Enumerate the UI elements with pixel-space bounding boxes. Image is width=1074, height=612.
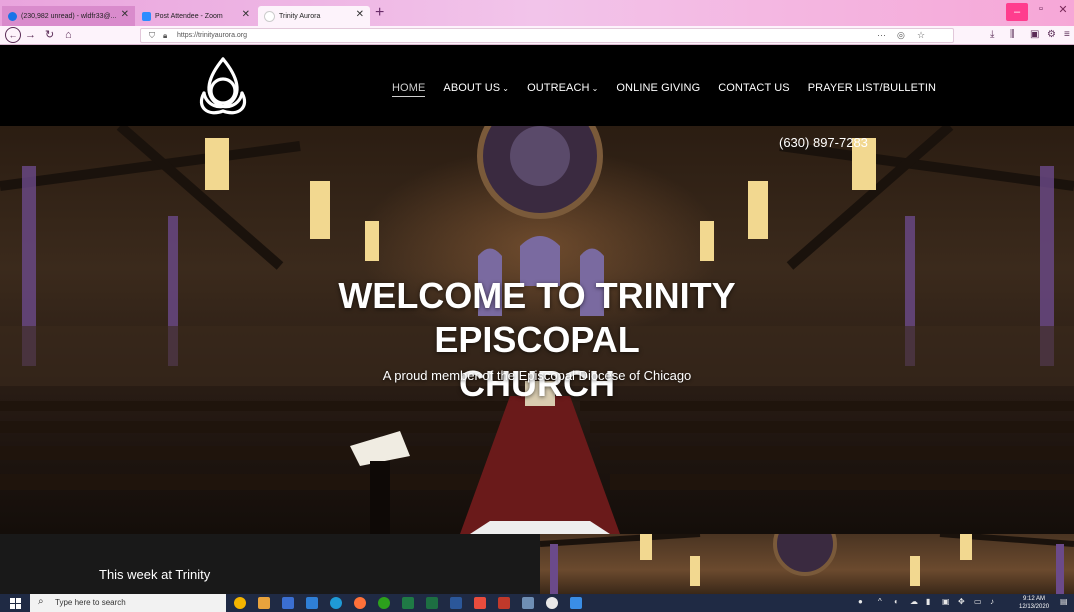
tray-monitor-icon[interactable]: ▣ xyxy=(942,597,950,606)
more-icon[interactable]: ··· xyxy=(877,29,886,42)
nav-about-us[interactable]: ABOUT US ⌄ xyxy=(443,82,509,97)
tab-email[interactable]: (230,982 unread) - wldfr33@... ✕ xyxy=(2,6,135,26)
notifications-icon[interactable]: ▤ xyxy=(1060,597,1068,606)
chrome-icon[interactable] xyxy=(234,597,246,609)
chevron-down-icon: ⌄ xyxy=(591,84,599,93)
windows-taskbar: ⌕ Type here to search ● ^ ◐ ☁ ▮ ▣ ✥ ▭ ♪ … xyxy=(0,594,1074,612)
zoom-app-icon[interactable] xyxy=(570,597,582,609)
mail-app-icon[interactable] xyxy=(306,597,318,609)
windows-start-icon[interactable] xyxy=(10,598,21,609)
maximize-icon[interactable]: ▫ xyxy=(1030,3,1052,15)
nav-prayer-list-bulletin[interactable]: PRAYER LIST/BULLETIN xyxy=(808,82,936,97)
tray-app-icon[interactable]: ◐ xyxy=(894,597,899,606)
sk-app-2-icon[interactable] xyxy=(498,597,510,609)
download-icon[interactable]: ⤓ xyxy=(990,27,994,43)
section-title: This week at Trinity xyxy=(99,567,211,582)
bookmark-star-icon[interactable]: ☆ xyxy=(917,29,925,42)
tab-label: Trinity Aurora xyxy=(279,12,321,20)
trinity-knot-logo[interactable] xyxy=(190,53,256,119)
taskbar-clock[interactable]: 9:12 AM 12/13/2020 xyxy=(1019,595,1049,611)
minimize-icon[interactable]: – xyxy=(1006,3,1028,21)
tab-trinity[interactable]: Trinity Aurora ✕ xyxy=(258,6,370,26)
nav-label: ABOUT US xyxy=(443,82,501,94)
tab-label: Post Attendee - Zoom xyxy=(155,12,223,20)
address-bar[interactable]: ⛉ 🔒︎ https://trinityaurora.org ··· ◎ ☆ xyxy=(140,28,954,43)
zoom-icon xyxy=(142,11,151,21)
nav-contact-us[interactable]: CONTACT US xyxy=(718,82,790,97)
close-icon[interactable]: ✕ xyxy=(121,9,129,20)
chevron-down-icon: ⌄ xyxy=(502,84,510,93)
publisher-icon[interactable] xyxy=(402,597,414,609)
url-text[interactable]: https://trinityaurora.org xyxy=(177,29,247,42)
library-icon[interactable]: ⫼ xyxy=(1010,27,1015,43)
church-photo xyxy=(540,534,1074,594)
taskbar-search-input[interactable]: ⌕ Type here to search xyxy=(30,594,226,612)
window-close-icon[interactable]: ✕ xyxy=(1052,3,1074,16)
firefox-icon[interactable] xyxy=(354,597,366,609)
hero-title: WELCOME TO TRINITY EPISCOPAL CHURCH xyxy=(237,274,837,406)
hero-banner: (630) 897-7283 WELCOME TO TRINITY EPISCO… xyxy=(0,126,1074,534)
nav-online-giving[interactable]: ONLINE GIVING xyxy=(616,82,700,97)
lock-icon[interactable]: 🔒︎ xyxy=(163,29,167,42)
home-icon[interactable]: ⌂ xyxy=(65,27,72,43)
hero-title-line-1: WELCOME TO TRINITY EPISCOPAL xyxy=(338,275,736,360)
file-explorer-icon[interactable] xyxy=(258,597,270,609)
app-circle-icon[interactable] xyxy=(546,597,558,609)
extension-icon[interactable]: ⚙ xyxy=(1047,27,1056,43)
church-interior-thumbnail xyxy=(540,534,1074,594)
close-icon[interactable]: ✕ xyxy=(356,9,364,20)
chevron-up-icon[interactable]: ^ xyxy=(878,597,882,606)
site-icon xyxy=(264,10,275,22)
hero-subtitle: A proud member of the Episcopal Diocese … xyxy=(382,368,692,383)
new-tab-icon[interactable]: + xyxy=(375,4,384,22)
phone-number[interactable]: (630) 897-7283 xyxy=(779,135,868,150)
search-placeholder: Type here to search xyxy=(55,598,126,607)
reload-icon[interactable]: ↻ xyxy=(45,27,54,43)
main-navigation: HOME ABOUT US ⌄ OUTREACH ⌄ ONLINE GIVING C… xyxy=(392,82,954,97)
search-icon: ⌕ xyxy=(38,596,44,607)
cloud-icon[interactable]: ☁ xyxy=(910,597,918,606)
notes-icon[interactable] xyxy=(522,597,534,609)
quickbooks-icon[interactable] xyxy=(378,597,390,609)
sk-app-icon[interactable] xyxy=(474,597,486,609)
battery-icon[interactable]: ▮ xyxy=(926,597,930,606)
this-week-section: This week at Trinity xyxy=(0,534,540,594)
forward-icon[interactable]: → xyxy=(25,27,36,43)
nav-label: OUTREACH xyxy=(527,82,590,94)
shield-icon[interactable]: ⛉ xyxy=(149,29,155,42)
word-icon[interactable] xyxy=(450,597,462,609)
dropbox-icon[interactable]: ✥ xyxy=(958,597,965,606)
volume-icon[interactable]: ♪ xyxy=(990,597,994,606)
back-icon[interactable]: ← xyxy=(5,27,21,43)
site-header: HOME ABOUT US ⌄ OUTREACH ⌄ ONLINE GIVING C… xyxy=(0,45,1074,126)
browser-navigation-bar: ← → ↻ ⌂ ⛉ 🔒︎ https://trinityaurora.org ·… xyxy=(0,26,1074,45)
edge-icon[interactable] xyxy=(330,597,342,609)
close-icon[interactable]: ✕ xyxy=(242,9,250,20)
tab-zoom[interactable]: Post Attendee - Zoom ✕ xyxy=(136,6,256,26)
clock-date: 12/13/2020 xyxy=(1019,604,1050,610)
help-icon[interactable]: ● xyxy=(858,597,863,606)
mail-icon xyxy=(8,11,17,21)
nav-home[interactable]: HOME xyxy=(392,82,426,97)
clock-time: 9:12 AM xyxy=(1023,596,1046,602)
excel-icon[interactable] xyxy=(426,597,438,609)
tab-label: (230,982 unread) - wldfr33@... xyxy=(21,12,117,20)
browser-tab-bar: (230,982 unread) - wldfr33@... ✕ Post At… xyxy=(0,0,1074,26)
app-icon[interactable] xyxy=(282,597,294,609)
sidebar-icon[interactable]: ▣ xyxy=(1030,27,1039,43)
network-icon[interactable]: ▭ xyxy=(974,597,982,606)
menu-icon[interactable]: ≡ xyxy=(1064,27,1070,43)
pocket-icon[interactable]: ◎ xyxy=(897,29,905,42)
nav-outreach[interactable]: OUTREACH ⌄ xyxy=(527,82,598,97)
